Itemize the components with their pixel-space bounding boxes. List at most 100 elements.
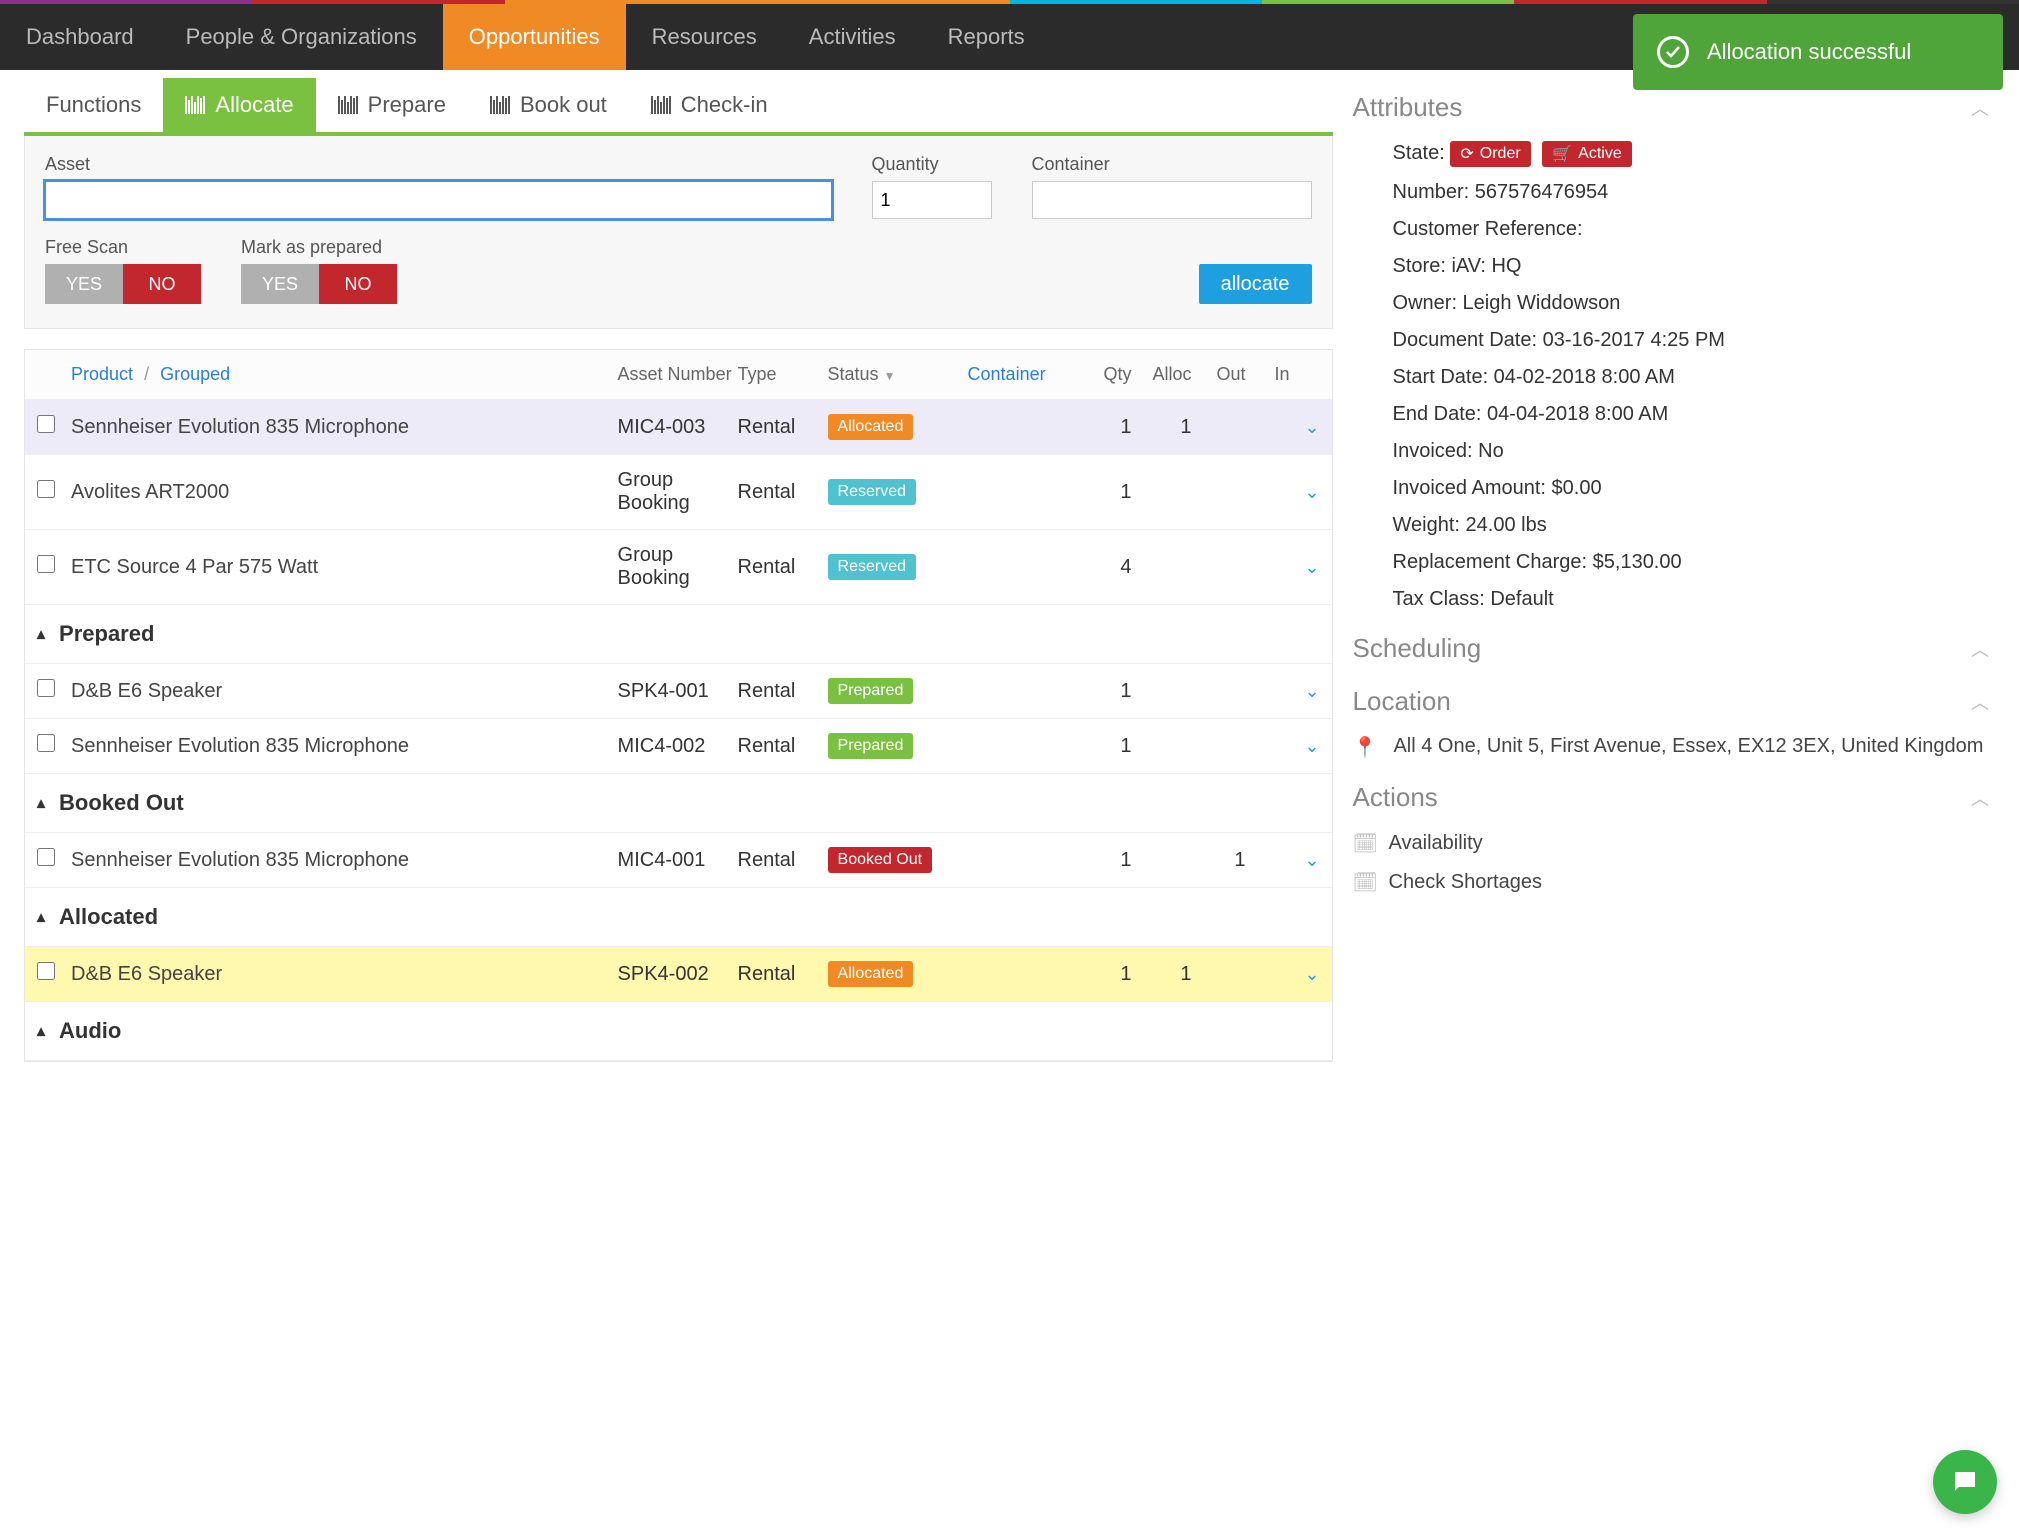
- map-pin-icon: 📍: [1353, 735, 1378, 760]
- nav-reports[interactable]: Reports: [922, 4, 1051, 70]
- row-asset: Group Booking: [618, 469, 738, 515]
- chevron-down-icon[interactable]: ⌄: [1290, 557, 1320, 578]
- action-check-shortages[interactable]: 🗓Check Shortages: [1353, 870, 1989, 895]
- tab-checkin[interactable]: Check-in: [629, 78, 790, 132]
- table-row[interactable]: ETC Source 4 Par 575 WattGroup BookingRe…: [25, 530, 1332, 605]
- attribute-item: End Date: 04-04-2018 8:00 AM: [1393, 403, 1989, 426]
- chevron-up-icon: ▴: [37, 624, 45, 644]
- chat-fab[interactable]: [1933, 1450, 1997, 1514]
- table-row[interactable]: D&B E6 SpeakerSPK4-001RentalPrepared1⌄: [25, 664, 1332, 719]
- allocate-button[interactable]: allocate: [1199, 264, 1312, 304]
- attributes-panel-header[interactable]: Attributes ︿: [1353, 92, 1989, 123]
- header-alloc[interactable]: Alloc: [1132, 364, 1192, 385]
- tab-allocate[interactable]: Allocate: [163, 78, 315, 132]
- nav-people-organizations[interactable]: People & Organizations: [160, 4, 443, 70]
- actions-panel-header[interactable]: Actions ︿: [1353, 782, 1989, 813]
- row-type: Rental: [738, 849, 828, 872]
- markprep-yes[interactable]: YES: [241, 264, 319, 304]
- chevron-down-icon[interactable]: ⌄: [1290, 850, 1320, 871]
- badge-active: 🛒 Active: [1542, 141, 1632, 167]
- row-product: Sennheiser Evolution 835 Microphone: [71, 849, 618, 872]
- asset-label: Asset: [45, 154, 832, 175]
- scheduling-panel-header[interactable]: Scheduling ︿: [1353, 633, 1989, 664]
- row-product: Sennheiser Evolution 835 Microphone: [71, 416, 618, 439]
- row-qty: 1: [1078, 680, 1132, 703]
- freescan-no[interactable]: NO: [123, 264, 201, 304]
- section-booked-out[interactable]: ▴Booked Out: [25, 774, 1332, 833]
- nav-activities[interactable]: Activities: [783, 4, 922, 70]
- row-product: ETC Source 4 Par 575 Watt: [71, 556, 618, 579]
- table-row[interactable]: Sennheiser Evolution 835 MicrophoneMIC4-…: [25, 400, 1332, 455]
- row-checkbox[interactable]: [37, 734, 55, 752]
- barcode-icon: [338, 96, 358, 114]
- header-qty[interactable]: Qty: [1078, 364, 1132, 385]
- freescan-label: Free Scan: [45, 237, 201, 258]
- section-allocated[interactable]: ▴Allocated: [25, 888, 1332, 947]
- header-in[interactable]: In: [1246, 364, 1290, 385]
- chevron-up-icon: ▴: [37, 1021, 45, 1041]
- table-row[interactable]: D&B E6 SpeakerSPK4-002RentalAllocated11⌄: [25, 947, 1332, 1002]
- attribute-item: Weight: 24.00 lbs: [1393, 514, 1989, 537]
- tab-bookout[interactable]: Book out: [468, 78, 629, 132]
- nav-dashboard[interactable]: Dashboard: [0, 4, 160, 70]
- tab-prepare[interactable]: Prepare: [316, 78, 468, 132]
- row-checkbox[interactable]: [37, 415, 55, 433]
- nav-resources[interactable]: Resources: [626, 4, 783, 70]
- state-row: State: ⟳ Order 🛒 Active: [1393, 141, 1989, 167]
- calendar-icon: 🗓: [1353, 831, 1373, 856]
- status-badge: Booked Out: [828, 847, 933, 873]
- table-row[interactable]: Avolites ART2000Group BookingRentalReser…: [25, 455, 1332, 530]
- header-container[interactable]: Container: [968, 364, 1078, 385]
- quantity-label: Quantity: [872, 154, 992, 175]
- row-qty: 1: [1078, 416, 1132, 439]
- table-row[interactable]: Sennheiser Evolution 835 MicrophoneMIC4-…: [25, 833, 1332, 888]
- row-checkbox[interactable]: [37, 555, 55, 573]
- check-icon: [1657, 36, 1689, 68]
- attribute-item: Replacement Charge: $5,130.00: [1393, 551, 1989, 574]
- container-input[interactable]: [1032, 181, 1312, 219]
- row-type: Rental: [738, 556, 828, 579]
- row-product: D&B E6 Speaker: [71, 963, 618, 986]
- status-badge: Prepared: [828, 733, 914, 759]
- nav-opportunities[interactable]: Opportunities: [443, 4, 626, 70]
- row-alloc: 1: [1132, 416, 1192, 439]
- header-grouped[interactable]: Grouped: [160, 364, 230, 384]
- row-checkbox[interactable]: [37, 679, 55, 697]
- badge-order: ⟳ Order: [1450, 141, 1530, 167]
- row-checkbox[interactable]: [37, 480, 55, 498]
- asset-input[interactable]: [45, 181, 832, 219]
- table-row[interactable]: Sennheiser Evolution 835 MicrophoneMIC4-…: [25, 719, 1332, 774]
- row-checkbox[interactable]: [37, 848, 55, 866]
- attribute-item: Invoiced Amount: $0.00: [1393, 477, 1989, 500]
- barcode-icon: [651, 96, 671, 114]
- section-prepared[interactable]: ▴Prepared: [25, 605, 1332, 664]
- tab-functions[interactable]: Functions: [24, 78, 163, 132]
- freescan-toggle[interactable]: YES NO: [45, 264, 201, 304]
- chevron-down-icon[interactable]: ⌄: [1290, 681, 1320, 702]
- header-asset[interactable]: Asset Number: [618, 364, 738, 385]
- freescan-yes[interactable]: YES: [45, 264, 123, 304]
- header-type[interactable]: Type: [738, 364, 828, 385]
- row-asset: Group Booking: [618, 544, 738, 590]
- header-out[interactable]: Out: [1192, 364, 1246, 385]
- chevron-down-icon[interactable]: ⌄: [1290, 964, 1320, 985]
- status-badge: Allocated: [828, 961, 914, 987]
- chevron-up-icon: ▴: [37, 907, 45, 927]
- chevron-down-icon[interactable]: ⌄: [1290, 417, 1320, 438]
- chevron-down-icon[interactable]: ⌄: [1290, 736, 1320, 757]
- location-panel-header[interactable]: Location ︿: [1353, 686, 1989, 717]
- barcode-icon: [490, 96, 510, 114]
- chevron-down-icon[interactable]: ⌄: [1290, 482, 1320, 503]
- markprep-toggle[interactable]: YES NO: [241, 264, 397, 304]
- markprep-no[interactable]: NO: [319, 264, 397, 304]
- row-type: Rental: [738, 481, 828, 504]
- section-audio[interactable]: ▴Audio: [25, 1002, 1332, 1061]
- status-badge: Reserved: [828, 554, 916, 580]
- header-product[interactable]: Product: [71, 364, 133, 384]
- header-status[interactable]: Status ▼: [828, 364, 968, 385]
- row-checkbox[interactable]: [37, 962, 55, 980]
- chevron-up-icon: ︿: [1971, 95, 1989, 121]
- barcode-icon: [185, 96, 205, 114]
- action-availability[interactable]: 🗓Availability: [1353, 831, 1989, 856]
- quantity-input[interactable]: [872, 181, 992, 219]
